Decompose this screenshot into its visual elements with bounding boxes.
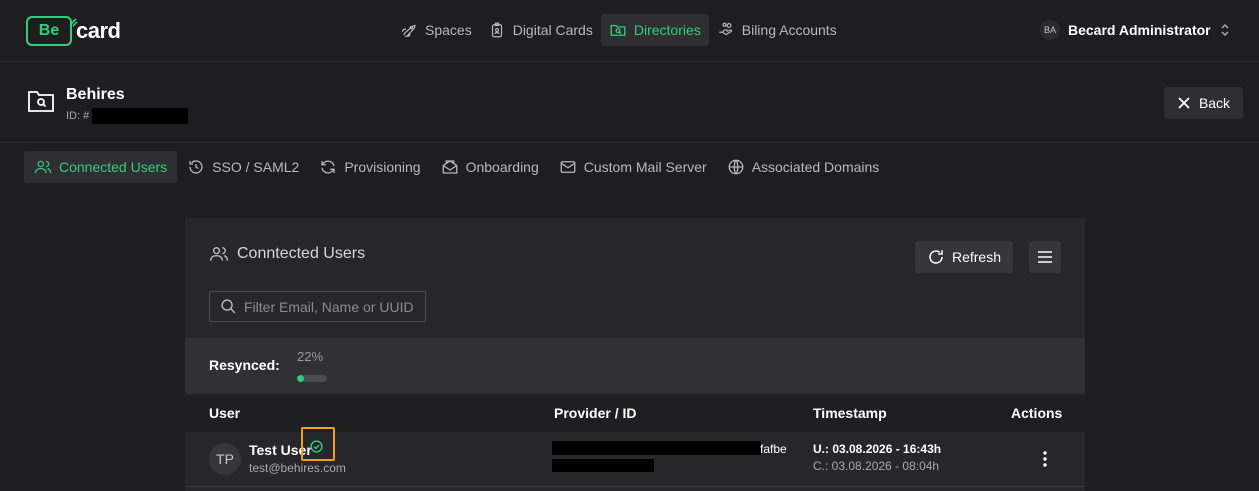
users-icon — [209, 247, 229, 261]
kebab-menu-icon — [1043, 451, 1047, 467]
table-row[interactable]: TP Test User test@behires.com fafbe U.: … — [185, 427, 1085, 487]
user-avatar: BA — [1040, 20, 1060, 40]
refresh-icon — [321, 160, 335, 174]
created-timestamp: C.: 03.08.2026 - 08:04h — [813, 459, 940, 473]
resync-label: Resynced: — [209, 357, 280, 373]
folder-search-icon — [28, 91, 54, 112]
verified-check-icon — [310, 440, 323, 453]
rocket-icon — [401, 24, 416, 38]
mail-icon — [560, 161, 576, 173]
search-input[interactable] — [244, 298, 424, 315]
column-user: User — [209, 405, 241, 421]
back-button-label: Back — [1198, 95, 1231, 111]
column-actions: Actions — [1011, 405, 1063, 421]
updated-timestamp: U.: 03.08.2026 - 16:43h — [813, 442, 942, 456]
folder-search-icon — [610, 24, 626, 36]
tab-connected-users-label: Connected Users — [59, 159, 168, 175]
tab-custom-mail-server-label: Custom Mail Server — [583, 159, 707, 175]
main-nav: Spaces Digital Cards Directories Biling … — [392, 14, 845, 46]
user-menu[interactable]: BA Becard Administrator — [1040, 20, 1231, 40]
users-icon — [34, 160, 52, 174]
nav-directories-label: Directories — [633, 22, 701, 38]
provider-id-suffix: fafbe — [760, 442, 787, 456]
resync-status-bar: Resynced: 22% — [185, 338, 1085, 393]
redacted-provider-id-line2 — [552, 459, 654, 472]
row-actions-button[interactable] — [1037, 448, 1053, 470]
user-avatar: TP — [209, 443, 241, 475]
logo-mark: Be — [26, 16, 78, 46]
nav-billing-accounts[interactable]: Biling Accounts — [709, 14, 845, 46]
logo-wave-icon — [69, 18, 78, 27]
tab-custom-mail-server[interactable]: Custom Mail Server — [549, 151, 717, 183]
nav-digital-cards-label: Digital Cards — [512, 22, 593, 38]
user-name: Becard Administrator — [1068, 22, 1211, 38]
resync-percent: 22% — [297, 349, 324, 364]
refresh-button[interactable]: Refresh — [915, 241, 1013, 273]
tab-connected-users[interactable]: Connected Users — [24, 151, 178, 183]
nav-spaces-label: Spaces — [425, 22, 472, 38]
redacted-provider-id — [552, 441, 761, 455]
close-icon — [1178, 97, 1190, 109]
top-navbar: Be card Spaces Digital Cards Directories… — [0, 0, 1259, 62]
nav-directories[interactable]: Directories — [600, 14, 709, 46]
directory-id-prefix: ID: # — [66, 110, 90, 122]
directory-title: Behires — [66, 86, 125, 103]
column-provider-id: Provider / ID — [554, 405, 637, 421]
search-field[interactable] — [209, 291, 426, 322]
redacted-id — [92, 108, 189, 124]
tab-onboarding[interactable]: Onboarding — [431, 151, 549, 183]
search-icon — [221, 299, 236, 314]
hand-coins-icon — [719, 22, 732, 36]
directory-header: Behires ID: # Back — [0, 63, 1259, 143]
nav-spaces[interactable]: Spaces — [392, 14, 480, 46]
tab-sso-saml2-label: SSO / SAML2 — [212, 159, 300, 175]
mail-open-icon — [442, 160, 457, 174]
tab-provisioning[interactable]: Provisioning — [309, 151, 430, 183]
tab-sso-saml2[interactable]: SSO / SAML2 — [177, 151, 309, 183]
panel-title: Conntected Users — [209, 244, 365, 264]
history-icon — [189, 160, 203, 174]
directory-id: ID: # — [66, 108, 189, 124]
tab-associated-domains-label: Associated Domains — [751, 159, 880, 175]
nav-digital-cards[interactable]: Digital Cards — [480, 14, 601, 46]
back-button[interactable]: Back — [1164, 87, 1243, 119]
resync-progress-fill — [297, 375, 304, 382]
tab-onboarding-label: Onboarding — [465, 159, 539, 175]
tab-provisioning-label: Provisioning — [344, 159, 421, 175]
column-timestamp: Timestamp — [813, 405, 887, 421]
globe-icon — [728, 159, 744, 175]
connected-users-panel: Conntected Users Refresh Resynced: 22% U… — [185, 218, 1085, 491]
refresh-icon — [929, 250, 943, 264]
logo-word: card — [76, 18, 121, 43]
panel-title-label: Conntected Users — [237, 245, 366, 262]
badge-icon — [491, 22, 502, 38]
refresh-button-label: Refresh — [951, 249, 1002, 265]
panel-menu-button[interactable] — [1029, 241, 1061, 273]
user-email: test@behires.com — [249, 461, 346, 475]
resync-progress-bar — [297, 375, 327, 382]
directory-tabs: Connected Users SSO / SAML2 Provisioning… — [24, 151, 889, 183]
becard-logo[interactable]: Be card — [26, 16, 121, 46]
nav-billing-accounts-label: Biling Accounts — [741, 22, 837, 38]
hamburger-menu-icon — [1038, 251, 1052, 263]
chevron-up-down-icon — [1221, 23, 1229, 37]
tab-associated-domains[interactable]: Associated Domains — [717, 151, 890, 183]
